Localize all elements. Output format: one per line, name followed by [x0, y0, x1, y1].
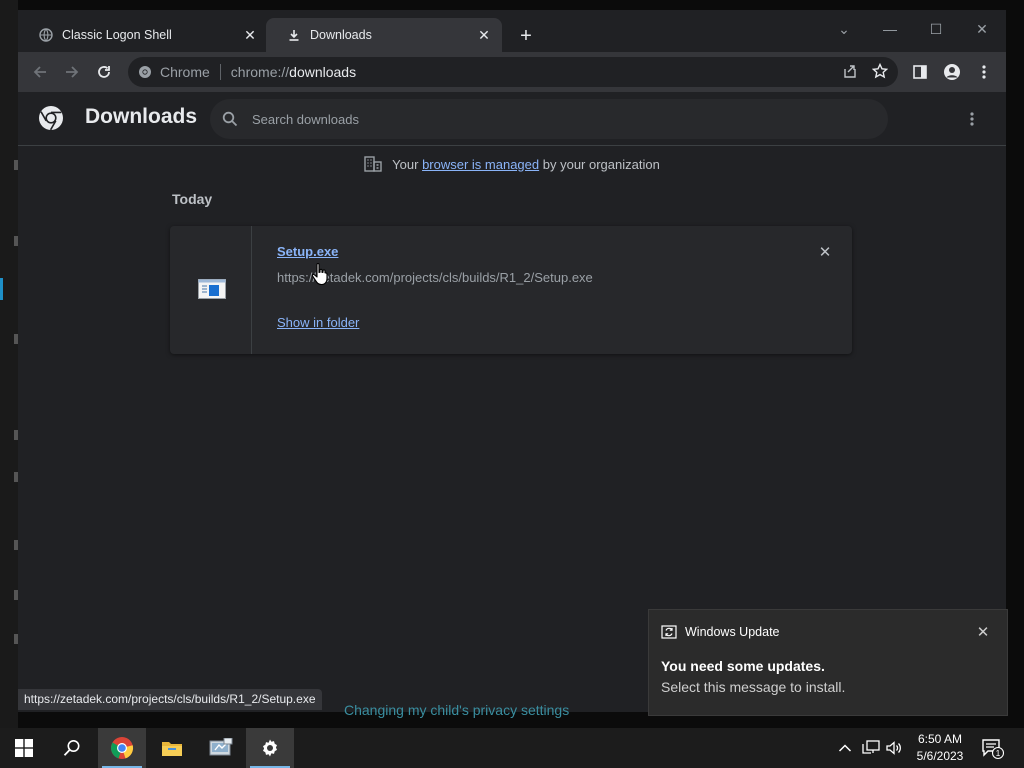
- close-window-button[interactable]: ✕: [960, 14, 1004, 44]
- show-hidden-icons-button[interactable]: [838, 728, 852, 768]
- bookmark-star-icon[interactable]: [871, 62, 889, 82]
- chrome-icon: [139, 66, 151, 78]
- building-icon: [364, 156, 382, 172]
- background-page-link: Changing my child's privacy settings: [344, 702, 570, 718]
- desktop-edge: [0, 0, 18, 728]
- notification-count-badge: 1: [996, 748, 1001, 758]
- download-item-card: Setup.exe https://zetadek.com/projects/c…: [170, 226, 852, 354]
- gear-icon: [263, 739, 277, 757]
- more-actions-icon[interactable]: [962, 108, 982, 130]
- clock-date: 5/6/2023: [916, 749, 964, 763]
- download-icon: [286, 27, 302, 43]
- show-in-folder-link[interactable]: Show in folder: [277, 315, 359, 330]
- file-explorer-button[interactable]: [148, 728, 196, 768]
- address-bar-actions: [842, 57, 889, 87]
- tab-downloads[interactable]: Downloads ✕: [266, 18, 502, 52]
- profile-avatar-icon[interactable]: [938, 58, 966, 86]
- volume-icon[interactable]: [885, 728, 903, 768]
- toast-title: You need some updates.: [661, 658, 825, 674]
- arrow-right-icon: [66, 66, 79, 78]
- toast-app-name: Windows Update: [685, 625, 780, 639]
- windows-logo-icon: [15, 739, 33, 757]
- maximize-button[interactable]: ☐: [914, 14, 958, 44]
- arrow-left-icon: [33, 66, 46, 78]
- remove-download-icon[interactable]: ✕: [815, 242, 835, 262]
- forward-button[interactable]: [58, 58, 86, 86]
- minimize-button[interactable]: —: [868, 14, 912, 44]
- windows-update-icon: [661, 625, 677, 639]
- action-center-button[interactable]: 1: [980, 736, 1005, 760]
- site-label: Chrome: [160, 64, 210, 80]
- downloads-header: Downloads: [18, 92, 1006, 146]
- toolbar: Chrome chrome://downloads: [18, 52, 1006, 92]
- browser-menu-icon[interactable]: [970, 58, 998, 86]
- reload-icon: [98, 66, 110, 78]
- hand-cursor-icon: [311, 263, 328, 286]
- side-panel-icon[interactable]: [906, 58, 934, 86]
- chrome-logo-icon: [39, 106, 63, 131]
- search-taskbar-button[interactable]: [48, 728, 96, 768]
- executable-file-icon: [198, 279, 226, 299]
- managed-text: by your organization: [542, 156, 660, 172]
- date-section-label: Today: [172, 191, 213, 207]
- new-tab-button[interactable]: +: [514, 24, 538, 48]
- network-icon[interactable]: [862, 728, 880, 768]
- toast-message: Select this message to install.: [661, 679, 846, 695]
- clock-time: 6:50 AM: [917, 732, 963, 746]
- browser-window: Classic Logon Shell ✕ Downloads ✕ + ⌄ — …: [18, 10, 1006, 712]
- site-chip[interactable]: Chrome: [138, 64, 210, 80]
- control-panel-icon: [209, 738, 233, 756]
- managed-link[interactable]: browser is managed: [422, 157, 539, 172]
- search-box[interactable]: [210, 99, 888, 139]
- app-taskbar-button[interactable]: [197, 728, 245, 768]
- globe-icon: [38, 27, 54, 43]
- share-icon[interactable]: [842, 63, 858, 82]
- search-input[interactable]: [252, 111, 812, 127]
- tab-classic-logon-shell[interactable]: Classic Logon Shell ✕: [18, 18, 268, 52]
- tab-strip: Classic Logon Shell ✕ Downloads ✕ + ⌄ — …: [18, 10, 1006, 52]
- tab-title: Downloads: [310, 28, 372, 42]
- settings-taskbar-button[interactable]: [246, 728, 294, 768]
- managed-notice: Your browser is managed by your organiza…: [18, 156, 1006, 172]
- url-text: chrome://downloads: [230, 64, 357, 80]
- close-toast-icon[interactable]: ✕: [973, 622, 993, 642]
- close-tab-icon[interactable]: ✕: [242, 27, 258, 43]
- start-button[interactable]: [0, 728, 48, 768]
- tab-title: Classic Logon Shell: [62, 28, 172, 42]
- back-button[interactable]: [26, 58, 54, 86]
- link-status-bar: https://zetadek.com/projects/cls/builds/…: [18, 689, 322, 710]
- folder-icon: [162, 742, 182, 756]
- notification-icon: 1: [982, 739, 1005, 760]
- address-bar[interactable]: Chrome chrome://downloads: [128, 57, 898, 87]
- file-name-link[interactable]: Setup.exe: [277, 244, 338, 259]
- taskbar: 6:50 AM 5/6/2023 1: [0, 728, 1024, 768]
- chrome-taskbar-button[interactable]: [98, 728, 146, 768]
- chrome-icon: [111, 737, 134, 759]
- file-icon-area: [170, 226, 252, 354]
- toast-header: Windows Update: [661, 624, 780, 640]
- managed-text: Your: [392, 156, 419, 172]
- chevron-up-icon: [838, 744, 852, 752]
- reload-button[interactable]: [90, 58, 118, 86]
- taskbar-clock[interactable]: 6:50 AM 5/6/2023: [912, 731, 968, 765]
- divider: [219, 64, 221, 80]
- close-tab-icon[interactable]: ✕: [476, 27, 492, 43]
- search-icon: [63, 740, 80, 756]
- page-title: Downloads: [85, 105, 198, 128]
- tab-search-icon[interactable]: ⌄: [822, 14, 866, 44]
- desktop-accent: [0, 278, 3, 300]
- search-icon: [222, 111, 238, 127]
- windows-update-toast[interactable]: Windows Update ✕ You need some updates. …: [648, 609, 1008, 716]
